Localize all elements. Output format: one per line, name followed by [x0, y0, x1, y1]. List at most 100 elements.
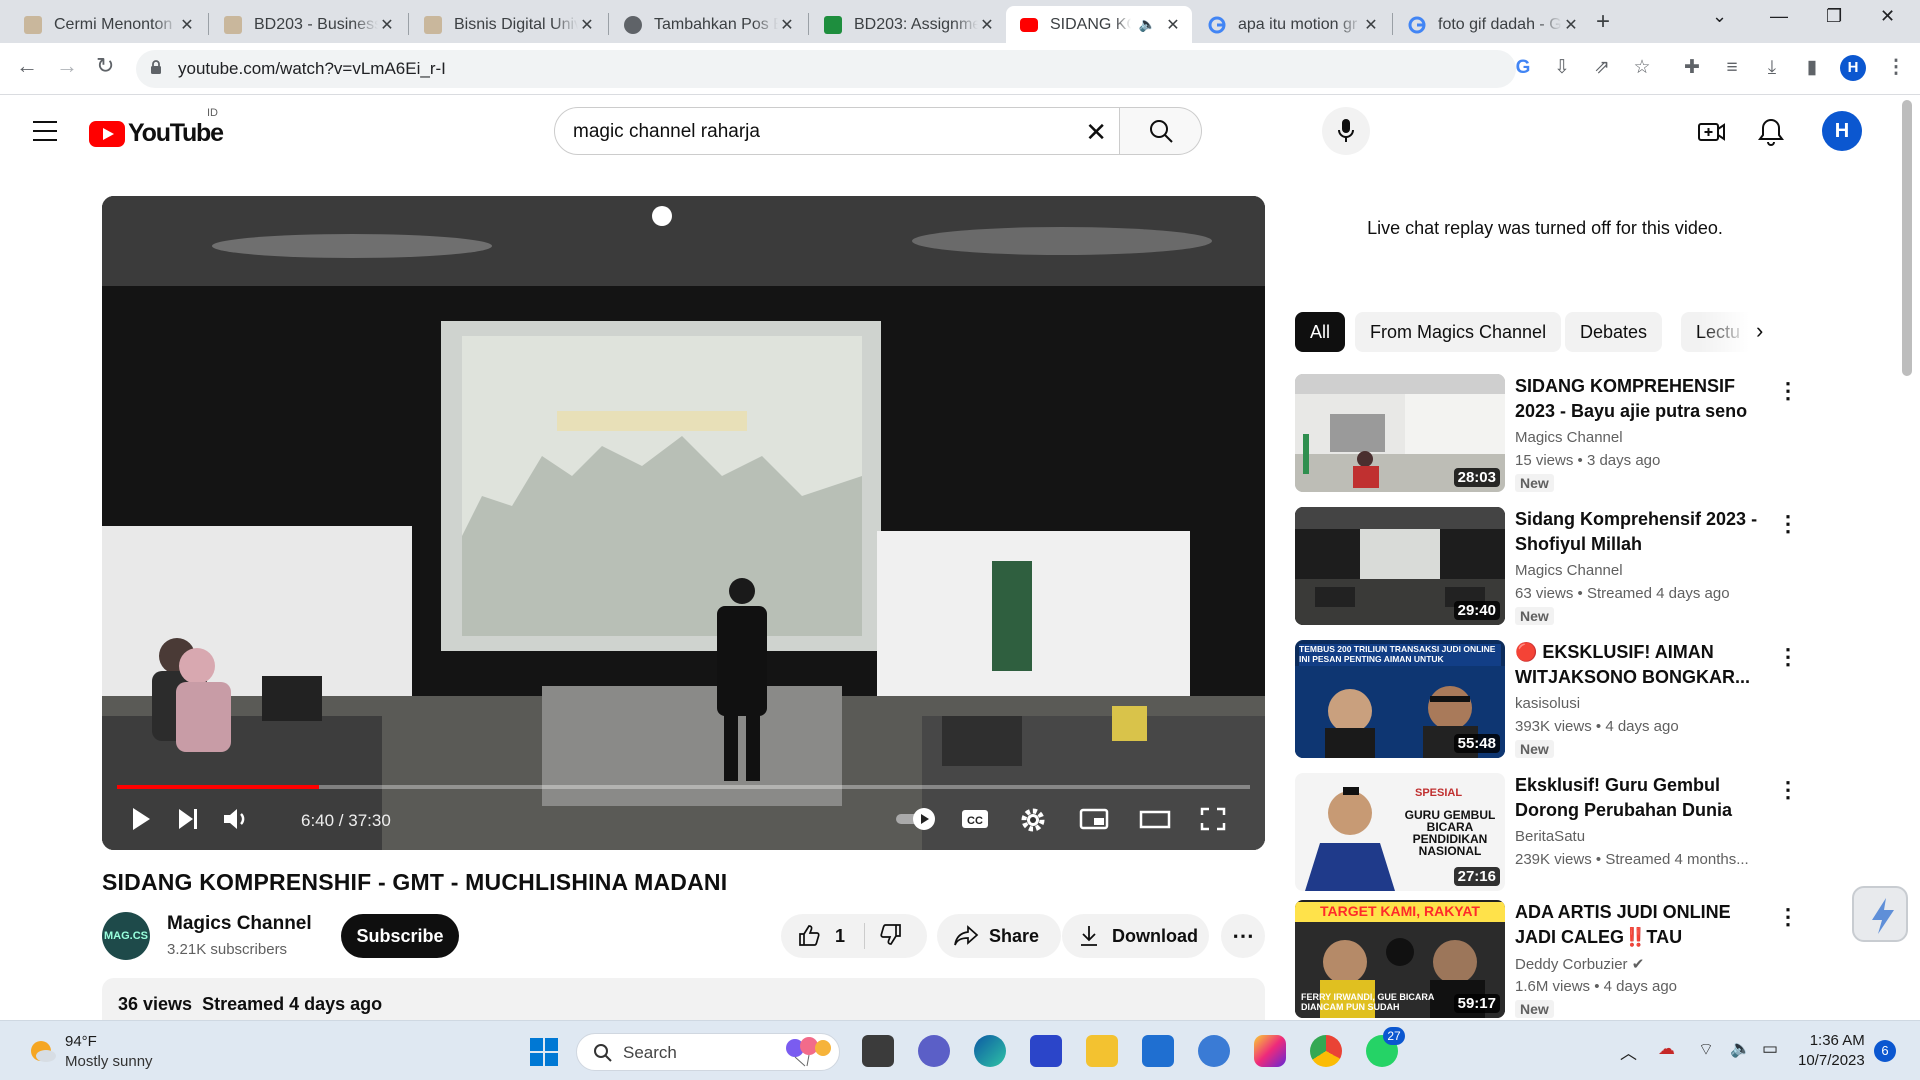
recommended-video[interactable]: TARGET KAMI, RAKYAT MISKIN FERRY IRWANDI…: [1295, 900, 1799, 1020]
close-icon[interactable]: ✕: [578, 15, 596, 35]
browser-tab[interactable]: apa itu motion gr ✕: [1194, 6, 1390, 43]
forward-icon[interactable]: →: [56, 53, 78, 79]
subscribe-button[interactable]: Subscribe: [341, 914, 459, 958]
dislike-button[interactable]: [865, 922, 903, 951]
recommendation-channel[interactable]: BeritaSatu: [1515, 828, 1585, 845]
file-explorer-icon[interactable]: [1086, 1035, 1118, 1067]
share-button[interactable]: Share: [937, 914, 1061, 958]
recommendation-title[interactable]: Eksklusif! Guru Gembul Dorong Perubahan …: [1515, 773, 1770, 823]
recommendation-channel[interactable]: Magics Channel: [1515, 562, 1623, 579]
play-icon[interactable]: [130, 806, 152, 832]
recommendation-title[interactable]: ADA ARTIS JUDI ONLINE JADI CALEG‼️TAU KA…: [1515, 900, 1770, 950]
browser-tab[interactable]: Bisnis Digital Univ ✕: [410, 6, 606, 43]
google-lens-icon[interactable]: G: [1511, 56, 1535, 80]
cloud-sync-icon[interactable]: ☁: [1658, 1039, 1675, 1059]
restore-icon[interactable]: ❐: [1826, 6, 1842, 27]
youtube-logo[interactable]: YouTube ID: [89, 107, 224, 148]
close-icon[interactable]: ✕: [978, 15, 996, 35]
new-tab-icon[interactable]: +: [1596, 8, 1610, 36]
page-scrollbar[interactable]: [1902, 100, 1912, 376]
recommendation-title[interactable]: 🔴 EKSKLUSIF! AIMAN WITJAKSONO BONGKAR...: [1515, 640, 1770, 690]
app-icon[interactable]: [1030, 1035, 1062, 1067]
taskbar-clock[interactable]: 1:36 AM 10/7/2023: [1798, 1031, 1865, 1071]
profile-avatar[interactable]: H: [1840, 55, 1866, 81]
settings-gear-icon[interactable]: [1019, 806, 1047, 834]
recommendation-channel[interactable]: kasisolusi: [1515, 695, 1580, 712]
back-icon[interactable]: ←: [16, 53, 38, 79]
address-bar[interactable]: youtube.com/watch?v=vLmA6Ei_r-I: [136, 50, 1516, 88]
windows-start-icon[interactable]: [529, 1037, 559, 1067]
task-view-icon[interactable]: [862, 1035, 894, 1067]
channel-name[interactable]: Magics Channel: [167, 913, 312, 935]
search-button[interactable]: [1120, 107, 1202, 155]
close-icon[interactable]: ✕: [778, 15, 796, 35]
chip-debates[interactable]: Debates: [1565, 312, 1663, 352]
more-options-icon[interactable]: ⋮: [1777, 904, 1799, 930]
browser-tab[interactable]: foto gif dadah - G ✕: [1394, 6, 1590, 43]
theater-mode-icon[interactable]: [1139, 806, 1171, 832]
instagram-icon[interactable]: [1254, 1035, 1286, 1067]
chrome-icon[interactable]: [1310, 1035, 1342, 1067]
bookmark-star-icon[interactable]: ☆: [1630, 56, 1654, 80]
tab-search-chevron-icon[interactable]: ⌄: [1712, 6, 1727, 27]
browser-tab[interactable]: Tambahkan Pos B ✕: [610, 6, 806, 43]
teams-chat-icon[interactable]: [918, 1035, 950, 1067]
video-thumbnail[interactable]: TEMBUS 200 TRILIUN TRANSAKSI JUDI ONLINE…: [1295, 640, 1505, 758]
video-thumbnail[interactable]: 28:03: [1295, 374, 1505, 492]
battery-icon[interactable]: ▭: [1762, 1039, 1778, 1059]
voice-search-button[interactable]: [1322, 107, 1370, 155]
miniplayer-icon[interactable]: [1079, 806, 1109, 832]
minimize-icon[interactable]: —: [1770, 6, 1788, 27]
share-page-icon[interactable]: ⇗: [1590, 56, 1614, 80]
notification-count-badge[interactable]: 6: [1874, 1040, 1896, 1062]
video-player[interactable]: 6:40 / 37:30 CC: [102, 196, 1265, 850]
create-video-icon[interactable]: [1697, 117, 1727, 147]
volume-icon[interactable]: [222, 806, 250, 832]
clear-search-icon[interactable]: ✕: [1085, 117, 1107, 148]
reload-icon[interactable]: ↻: [96, 53, 114, 79]
browser-tab-active[interactable]: SIDANG KOM 🔈 ✕: [1006, 6, 1192, 43]
video-thumbnail[interactable]: SPESIAL GURU GEMBUL BICARA PENDIDIKAN NA…: [1295, 773, 1505, 891]
chevron-right-icon[interactable]: ›: [1756, 318, 1763, 344]
close-icon[interactable]: ✕: [378, 15, 396, 35]
more-options-icon[interactable]: ⋮: [1777, 378, 1799, 404]
next-icon[interactable]: [176, 806, 200, 832]
wifi-icon[interactable]: ⌔: [1698, 1039, 1714, 1060]
edge-browser-icon[interactable]: [974, 1035, 1006, 1067]
captions-icon[interactable]: CC: [960, 806, 990, 832]
menu-icon[interactable]: [33, 121, 57, 148]
downloads-icon[interactable]: ⤓: [1760, 56, 1784, 80]
chip-all[interactable]: All: [1295, 312, 1346, 352]
recommended-video[interactable]: 28:03 SIDANG KOMPREHENSIF 2023 - Bayu aj…: [1295, 374, 1799, 494]
side-panel-icon[interactable]: ▮: [1800, 56, 1824, 80]
browser-tab[interactable]: Cermi Menonton ✕: [10, 6, 206, 43]
search-input[interactable]: magic channel raharja ✕: [554, 107, 1120, 155]
progress-bar[interactable]: [117, 785, 1250, 789]
chip-from-channel[interactable]: From Magics Channel: [1355, 312, 1562, 352]
more-options-icon[interactable]: ⋮: [1777, 511, 1799, 537]
taskbar-search-box[interactable]: Search: [576, 1033, 840, 1071]
video-thumbnail[interactable]: 29:40: [1295, 507, 1505, 625]
weather-sun-icon[interactable]: [26, 1034, 58, 1066]
like-button[interactable]: 1: [781, 923, 865, 949]
more-options-icon[interactable]: ⋮: [1777, 644, 1799, 670]
recommended-video[interactable]: TEMBUS 200 TRILIUN TRANSAKSI JUDI ONLINE…: [1295, 640, 1799, 760]
microsoft-store-icon[interactable]: [1142, 1035, 1174, 1067]
extensions-icon[interactable]: ✚: [1680, 56, 1704, 80]
browser-tab[interactable]: BD203 - Business ✕: [210, 6, 406, 43]
install-app-icon[interactable]: ⇩: [1550, 56, 1574, 80]
channel-avatar[interactable]: MAG.CS: [102, 912, 150, 960]
speaker-icon[interactable]: 🔈: [1139, 16, 1156, 33]
fullscreen-icon[interactable]: [1199, 806, 1227, 832]
close-icon[interactable]: ✕: [1362, 15, 1380, 35]
close-window-icon[interactable]: ✕: [1880, 6, 1895, 27]
download-button[interactable]: Download: [1062, 914, 1209, 958]
volume-icon[interactable]: 🔈: [1730, 1039, 1751, 1059]
media-queue-icon[interactable]: ≡: [1720, 56, 1744, 80]
show-hidden-icons-chevron-icon[interactable]: ︿: [1620, 1039, 1637, 1064]
notifications-bell-icon[interactable]: [1756, 117, 1786, 147]
more-menu-icon[interactable]: ⋮: [1884, 56, 1908, 80]
close-icon[interactable]: ✕: [1562, 15, 1580, 35]
recommendation-channel[interactable]: Magics Channel: [1515, 429, 1623, 446]
recommendation-channel[interactable]: Deddy Corbuzier ✔: [1515, 955, 1644, 973]
